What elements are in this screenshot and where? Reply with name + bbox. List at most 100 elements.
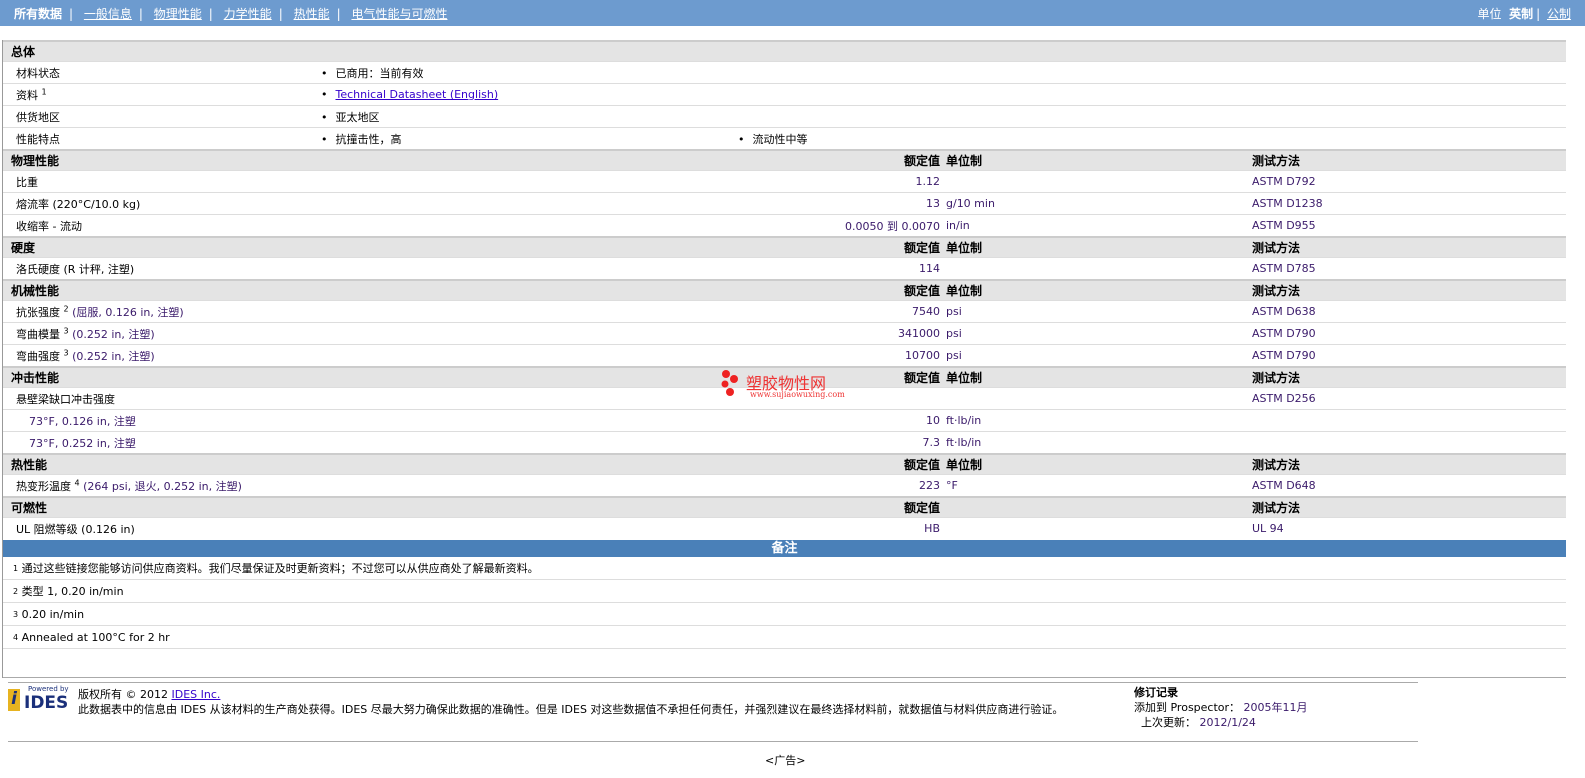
row-label: 供货地区 (16, 110, 60, 124)
units-label: 单位 (1477, 6, 1502, 21)
top-nav: 所有数据 | 一般信息 | 物理性能 | 力学性能 | 热性能 | 电气性能与可燃性 单位… (0, 0, 1585, 26)
datasheet-table: 总体 材料状态 已商用：当前有效 资料 1 Technical Datasheet … (2, 40, 1566, 678)
nominal-header: 额定值 (903, 154, 940, 168)
section-title: 物理性能 (11, 154, 60, 168)
note-item: 4 Annealed at 100°C for 2 hr (3, 626, 1566, 649)
tab-mechanical[interactable]: 力学性能 (224, 7, 272, 21)
tab-electrical[interactable]: 电气性能与可燃性 (351, 7, 447, 21)
table-row: 收缩率 - 流动 0.0050 到 0.0070 in/in ASTM D955 (3, 214, 1566, 236)
ad-label: <广告> (765, 754, 806, 767)
unit: in/in (946, 219, 970, 232)
tab-all-data[interactable]: 所有数据 (14, 7, 62, 21)
added-date: 2005年11月 (1243, 701, 1308, 714)
row-label: 弯曲模量 3 (0.252 in, 注塑) (16, 325, 155, 341)
row-value: 流动性中等 (738, 131, 1566, 147)
revision-title: 修订记录 (1134, 686, 1178, 699)
datasheet-link[interactable]: Technical Datasheet (English) (336, 88, 499, 101)
nominal-header: 额定值 (903, 284, 940, 298)
table-row: 73°F, 0.252 in, 注塑 7.3 ft·lb/in (3, 431, 1566, 453)
unit: psi (946, 305, 962, 318)
nominal-value: 0.0050 到 0.0070 (845, 219, 940, 233)
copyright: 版权所有 © 2012 (78, 688, 168, 701)
nominal-value: 13 (926, 197, 940, 210)
nominal-value: 7.3 (922, 436, 941, 449)
nominal-value: 10700 (905, 349, 940, 362)
test-method: ASTM D648 (1252, 479, 1316, 492)
row-label: UL 阻燃等级 (0.126 in) (16, 522, 135, 536)
tab-general[interactable]: 一般信息 (84, 7, 132, 21)
nominal-header: 额定值 (903, 241, 940, 255)
section-flammability: 可燃性 额定值 测试方法 (3, 496, 1566, 517)
row-label: 比重 (16, 175, 38, 189)
tab-thermal[interactable]: 热性能 (294, 7, 330, 21)
table-row: 73°F, 0.126 in, 注塑 10 ft·lb/in (3, 409, 1566, 431)
ides-link[interactable]: IDES Inc. (172, 688, 221, 701)
row-value: 已商用：当前有效 (321, 65, 738, 81)
table-row: 抗张强度 2 (屈服, 0.126 in, 注塑) 7540 psi ASTM D63… (3, 300, 1566, 322)
nominal-value: HB (924, 522, 940, 535)
test-method: ASTM D955 (1252, 219, 1316, 232)
nominal-header: 额定值 (903, 371, 940, 385)
unit: g/10 min (946, 197, 995, 210)
method-header: 测试方法 (1252, 241, 1301, 255)
row-label: 性能特点 (16, 132, 60, 146)
watermark-dots-icon (721, 370, 738, 396)
method-header: 测试方法 (1252, 458, 1301, 472)
row-label: 悬壁梁缺口冲击强度 (16, 392, 115, 406)
section-hardness: 硬度 额定值 单位制 测试方法 (3, 236, 1566, 257)
note-item: 2 类型 1, 0.20 in/min (3, 580, 1566, 603)
section-title: 机械性能 (11, 284, 60, 298)
test-method: ASTM D785 (1252, 262, 1316, 275)
table-row: 洛氏硬度 (R 计秤, 注塑) 114 ASTM D785 (3, 257, 1566, 279)
nominal-header: 额定值 (903, 458, 940, 472)
row-value: 亚太地区 (321, 109, 738, 125)
disclaimer: 此数据表中的信息由 IDES 从该材料的生产商处获得。IDES 尽最大努力确保此… (78, 703, 1064, 716)
unit-header: 单位制 (946, 284, 983, 298)
nominal-value: 1.12 (915, 175, 941, 188)
table-row: 比重 1.12 ASTM D792 (3, 170, 1566, 192)
row-label: 收缩率 - 流动 (16, 219, 82, 233)
section-physical: 物理性能 额定值 单位制 测试方法 (3, 149, 1566, 170)
unit-metric[interactable]: 公制 (1547, 7, 1571, 21)
nominal-header: 额定值 (903, 501, 940, 515)
table-row: UL 阻燃等级 (0.126 in) HB UL 94 (3, 517, 1566, 539)
unit: ft·lb/in (946, 436, 982, 449)
section-thermal: 热性能 额定值 单位制 测试方法 (3, 453, 1566, 474)
row-label: 抗张强度 2 (屈服, 0.126 in, 注塑) (16, 303, 184, 319)
row-label: 弯曲强度 3 (0.252 in, 注塑) (16, 347, 155, 363)
section-title: 总体 (11, 45, 36, 59)
updated-label: 上次更新： (1141, 716, 1196, 729)
row-value: Technical Datasheet (English) (321, 88, 738, 101)
table-row: 弯曲模量 3 (0.252 in, 注塑) 341000 psi ASTM D790 (3, 322, 1566, 344)
row-label: 材料状态 (16, 66, 60, 80)
row-label: 洛氏硬度 (R 计秤, 注塑) (16, 262, 135, 276)
table-row: 资料 1 Technical Datasheet (English) (3, 83, 1566, 105)
notes-header: 备注 (3, 540, 1566, 557)
unit-header: 单位制 (946, 371, 983, 385)
row-label: 73°F, 0.252 in, 注塑 (29, 436, 136, 450)
note-item: 1 通过这些链接您能够访问供应商资料。我们尽量保证及时更新资料；不过您可以从供应… (3, 557, 1566, 580)
tab-physical[interactable]: 物理性能 (154, 7, 202, 21)
watermark: 塑胶物性网 www.sujiaowuxing.com (720, 366, 845, 399)
method-header: 测试方法 (1252, 501, 1301, 515)
section-mechanical: 机械性能 额定值 单位制 测试方法 (3, 279, 1566, 300)
table-row: 性能特点 抗撞击性，高流动性中等 (3, 127, 1566, 149)
test-method: UL 94 (1252, 522, 1284, 535)
row-label: 73°F, 0.126 in, 注塑 (29, 414, 136, 428)
updated-date: 2012/1/24 (1199, 716, 1256, 729)
section-title: 可燃性 (11, 501, 48, 515)
section-title: 热性能 (11, 458, 48, 472)
test-method: ASTM D790 (1252, 349, 1316, 362)
nominal-value: 10 (926, 414, 940, 427)
row-label: 热变形温度 4 (264 psi, 退火, 0.252 in, 注塑) (16, 477, 242, 493)
unit: °F (946, 479, 958, 492)
method-header: 测试方法 (1252, 284, 1301, 298)
test-method: ASTM D1238 (1252, 197, 1323, 210)
test-method: ASTM D792 (1252, 175, 1316, 188)
section-title: 硬度 (11, 241, 36, 255)
nominal-value: 7540 (912, 305, 940, 318)
unit-imperial[interactable]: 英制 (1509, 7, 1533, 21)
section-general: 总体 (3, 40, 1566, 61)
unit: psi (946, 327, 962, 340)
test-method: ASTM D790 (1252, 327, 1316, 340)
